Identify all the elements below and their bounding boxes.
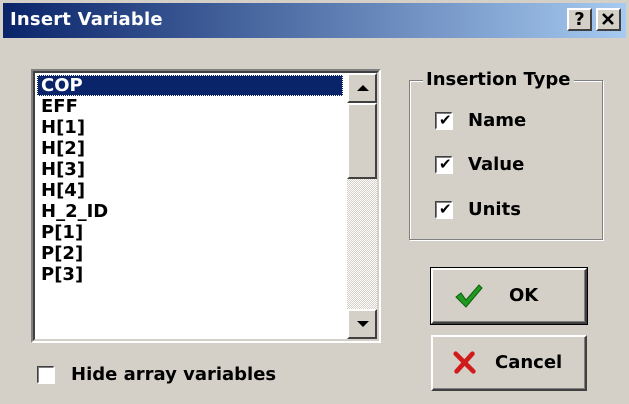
name-checkbox-label[interactable]: Name [468, 109, 526, 133]
units-checkbox[interactable]: ✔ [435, 200, 453, 219]
hide-array-checkbox[interactable] [37, 366, 55, 384]
list-item[interactable]: H[3] [37, 159, 343, 180]
arrow-up-icon [357, 85, 369, 91]
scroll-thumb[interactable] [347, 103, 377, 179]
cancel-button-label: Cancel [495, 352, 563, 373]
list-item[interactable]: COP [37, 75, 343, 96]
cancel-button[interactable]: Cancel [431, 335, 587, 391]
arrow-down-icon [357, 321, 369, 327]
value-checkbox[interactable]: ✔ [435, 155, 453, 174]
variable-list: COP EFF H[1] H[2] H[3] H[4] H_2_ID P[1] P[2] P[3] [37, 75, 343, 285]
variable-listbox[interactable]: COP EFF H[1] H[2] H[3] H[4] H_2_ID P[1] P[2] P[3] [31, 69, 381, 343]
red-x-icon [453, 351, 476, 374]
green-checkmark-icon [455, 284, 483, 308]
vertical-scrollbar[interactable] [347, 73, 377, 339]
hide-array-label[interactable]: Hide array variables [71, 363, 276, 387]
window-title: Insert Variable [10, 9, 163, 30]
help-button[interactable]: ? [567, 8, 592, 31]
name-checkbox[interactable]: ✔ [435, 111, 453, 130]
ok-button-label: OK [509, 285, 539, 306]
units-checkbox-label[interactable]: Units [468, 198, 521, 222]
insertion-type-legend: Insertion Type [423, 68, 574, 92]
ok-button[interactable]: OK [430, 267, 588, 325]
list-item[interactable]: EFF [37, 96, 343, 117]
close-button[interactable] [596, 8, 621, 31]
list-item[interactable]: P[1] [37, 222, 343, 243]
list-item[interactable]: H[4] [37, 180, 343, 201]
checkmark-icon: ✔ [439, 155, 452, 173]
scroll-down-button[interactable] [347, 309, 377, 339]
list-item[interactable]: P[2] [37, 243, 343, 264]
insertion-type-group: Insertion Type ✔ Name ✔ Value ✔ Units [409, 68, 603, 240]
help-icon: ? [574, 9, 585, 30]
insert-variable-dialog: Insert Variable ? COP EFF H[1] H[2] H[3] H[4]… [0, 0, 629, 404]
list-item[interactable]: H[1] [37, 117, 343, 138]
list-item[interactable]: H[2] [37, 138, 343, 159]
title-bar[interactable]: Insert Variable ? [3, 3, 626, 38]
list-item[interactable]: H_2_ID [37, 201, 343, 222]
value-checkbox-label[interactable]: Value [468, 153, 524, 177]
close-icon [602, 13, 614, 25]
checkmark-icon: ✔ [439, 111, 452, 129]
listbox-well: COP EFF H[1] H[2] H[3] H[4] H_2_ID P[1] P[2] P[3] [33, 71, 379, 341]
list-item[interactable]: P[3] [37, 264, 343, 285]
scroll-up-button[interactable] [347, 73, 377, 103]
checkmark-icon: ✔ [439, 200, 452, 218]
